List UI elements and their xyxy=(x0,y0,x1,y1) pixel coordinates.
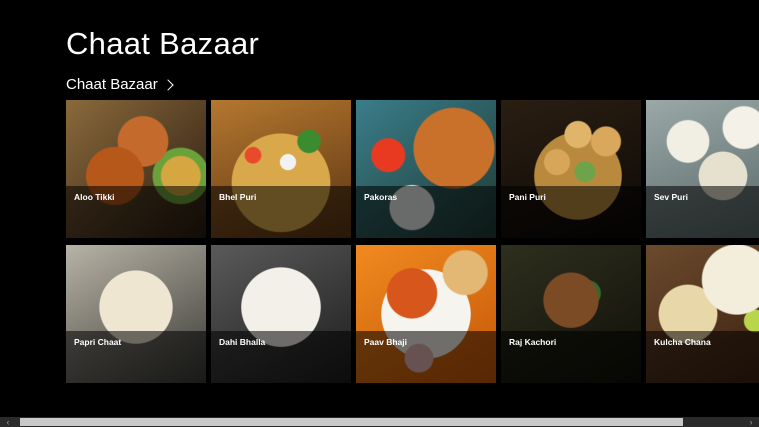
page-title: Chaat Bazaar xyxy=(66,26,260,61)
tile-label-bar: Dahi Bhalla xyxy=(211,331,351,383)
scroll-track[interactable] xyxy=(16,417,743,427)
chevron-left-icon[interactable]: ‹ xyxy=(0,417,16,427)
tile-label-bar: Pakoras xyxy=(356,186,496,238)
tile-label-bar: Bhel Puri xyxy=(211,186,351,238)
tile-label: Pani Puri xyxy=(509,192,546,202)
tile-label-bar: Paav Bhaji xyxy=(356,331,496,383)
tile-raj-kachori[interactable]: Raj Kachori xyxy=(501,245,641,383)
tile-label-bar: Sev Puri xyxy=(646,186,759,238)
tile-label: Kulcha Chana xyxy=(654,337,711,347)
tile-label-bar: Aloo Tikki xyxy=(66,186,206,238)
tile-sev-puri[interactable]: Sev Puri xyxy=(646,100,759,238)
tile-label: Paav Bhaji xyxy=(364,337,407,347)
tile-label-bar: Pani Puri xyxy=(501,186,641,238)
chevron-right-icon[interactable]: › xyxy=(743,417,759,427)
tile-pakoras[interactable]: Pakoras xyxy=(356,100,496,238)
chevron-right-icon xyxy=(162,79,174,91)
tile-paav-bhaji[interactable]: Paav Bhaji xyxy=(356,245,496,383)
tile-label: Sev Puri xyxy=(654,192,689,202)
tile-kulcha-chana[interactable]: Kulcha Chana xyxy=(646,245,759,383)
tile-dahi-bhalla[interactable]: Dahi Bhalla xyxy=(211,245,351,383)
tile-label: Pakoras xyxy=(364,192,398,202)
tile-label: Bhel Puri xyxy=(219,192,257,202)
tile-label-bar: Raj Kachori xyxy=(501,331,641,383)
tile-label-bar: Papri Chaat xyxy=(66,331,206,383)
tile-label: Dahi Bhalla xyxy=(219,337,266,347)
group-header-label: Chaat Bazaar xyxy=(66,76,158,93)
tile-label-bar: Kulcha Chana xyxy=(646,331,759,383)
scroll-thumb[interactable] xyxy=(20,418,683,426)
items-grid: Aloo Tikki Bhel Puri Pakoras Pani Puri S… xyxy=(66,100,759,383)
tile-bhel-puri[interactable]: Bhel Puri xyxy=(211,100,351,238)
tile-label: Raj Kachori xyxy=(509,337,557,347)
tile-aloo-tikki[interactable]: Aloo Tikki xyxy=(66,100,206,238)
group-header-link[interactable]: Chaat Bazaar xyxy=(66,76,174,93)
tile-label: Papri Chaat xyxy=(74,337,122,347)
tile-pani-puri[interactable]: Pani Puri xyxy=(501,100,641,238)
tile-papri-chaat[interactable]: Papri Chaat xyxy=(66,245,206,383)
horizontal-scrollbar[interactable]: ‹ › xyxy=(0,417,759,427)
tile-label: Aloo Tikki xyxy=(74,192,115,202)
